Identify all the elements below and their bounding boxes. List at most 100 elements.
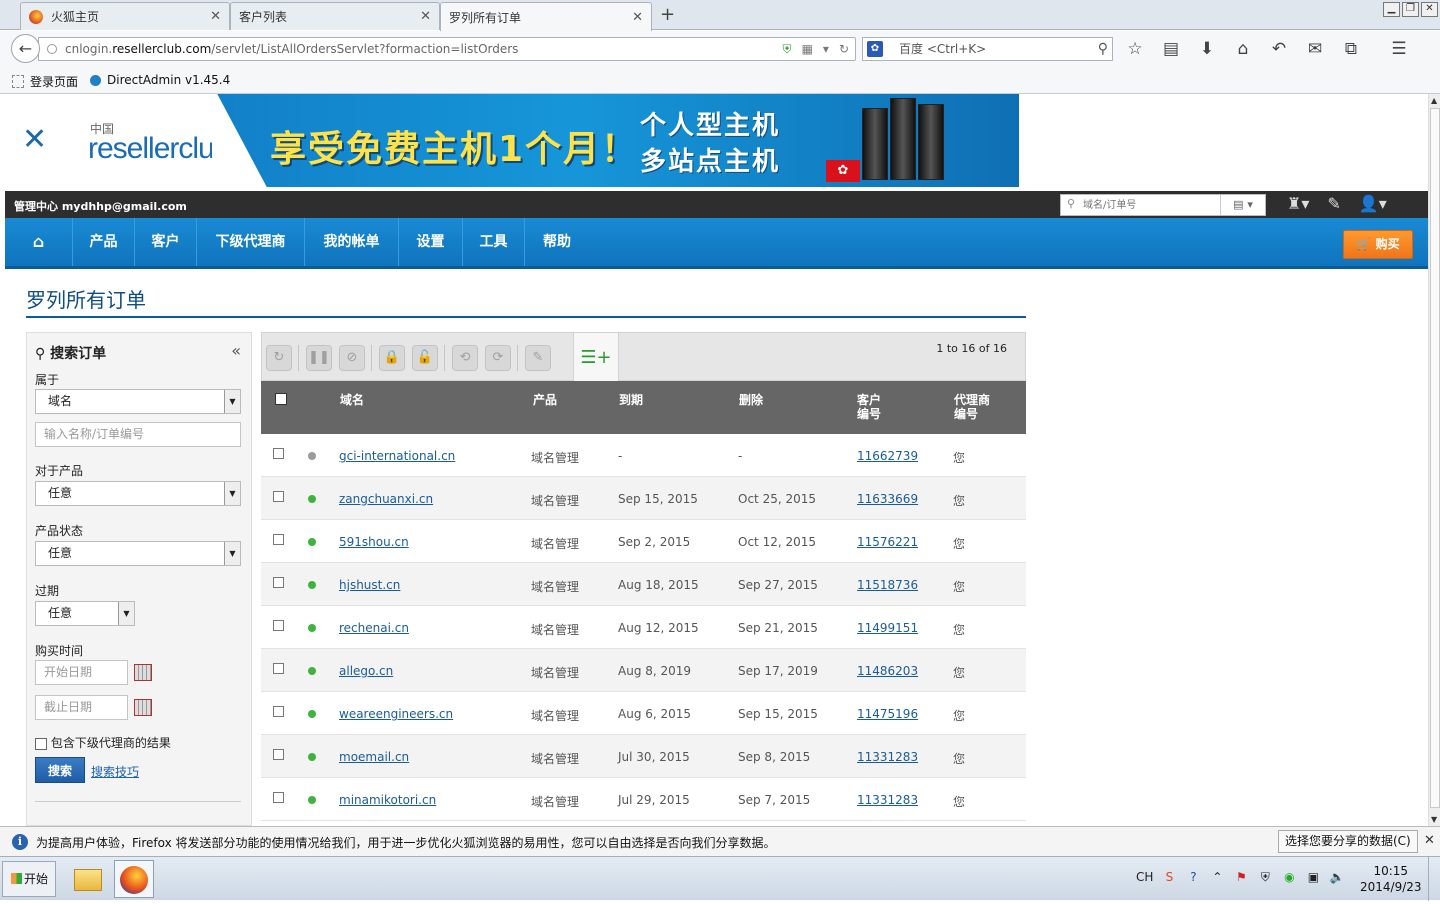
calendar-icon[interactable] (134, 664, 152, 681)
order-search-input[interactable] (1061, 195, 1221, 215)
scroll-down-icon[interactable]: ▼ (1431, 815, 1437, 824)
address-bar[interactable]: cnlogin.resellerclub.com/servlet/ListAll… (38, 37, 856, 61)
cell-customer-id-link[interactable]: 11486203 (857, 664, 918, 678)
volume-icon[interactable]: 🔈 (1329, 869, 1345, 885)
cell-customer-id-link[interactable]: 11475196 (857, 707, 918, 721)
belongs-select[interactable]: 域名 ▼ (35, 389, 241, 414)
minimize-icon[interactable]: ▁ (1383, 2, 1400, 17)
sogou-icon[interactable]: S (1161, 869, 1177, 885)
row-checkbox[interactable] (273, 491, 284, 502)
paw-icon[interactable]: ✿ (867, 41, 883, 57)
cell-customer-id[interactable]: 11499151 (857, 621, 918, 635)
dropdown-icon[interactable]: ▾ (823, 38, 829, 60)
clock[interactable]: 10:15 2014/9/23 (1360, 863, 1422, 895)
download-icon[interactable]: ⬇ (1196, 39, 1218, 59)
undo-icon[interactable]: ↶ (1268, 39, 1290, 59)
cell-domain[interactable]: rechenai.cn (339, 621, 409, 635)
cell-customer-id[interactable]: 11518736 (857, 578, 918, 592)
cell-domain-link[interactable]: 591shou.cn (339, 535, 409, 549)
suspend-icon[interactable]: ❚❚ (306, 345, 332, 371)
col-domain[interactable]: 域名 (340, 393, 364, 407)
nav-customers[interactable]: 客户 (135, 218, 197, 266)
renew-icon[interactable]: ⟲ (452, 345, 478, 371)
qr-icon[interactable]: ▦ (802, 38, 813, 60)
row-checkbox[interactable] (273, 577, 284, 588)
table-row[interactable]: zangchuanxi.cn 域名管理 Sep 15, 2015 Oct 25, 20… (261, 477, 1026, 520)
close-window-icon[interactable]: ✕ (1421, 2, 1438, 17)
close-icon[interactable]: ✕ (1424, 833, 1435, 848)
col-expiry[interactable]: 到期 (619, 393, 643, 407)
row-checkbox[interactable] (273, 620, 284, 631)
cell-domain[interactable]: zangchuanxi.cn (339, 492, 433, 506)
nav-help[interactable]: 帮助 (525, 218, 589, 266)
table-row[interactable]: minamikotori.cn 域名管理 Jul 29, 2015 Sep 7, 20… (261, 778, 1026, 821)
cell-customer-id-link[interactable]: 11576221 (857, 535, 918, 549)
table-row[interactable]: moemail.cn 域名管理 Jul 30, 2015 Sep 8, 2015 113… (261, 735, 1026, 778)
cell-customer-id[interactable]: 11633669 (857, 492, 918, 506)
cell-customer-id[interactable]: 11576221 (857, 535, 918, 549)
cell-domain-link[interactable]: hjshust.cn (339, 578, 400, 592)
cell-domain-link[interactable]: rechenai.cn (339, 621, 409, 635)
cell-customer-id-link[interactable]: 11662739 (857, 449, 918, 463)
tab-list-orders[interactable]: 罗列所有订单 ✕ (440, 2, 652, 31)
cell-domain[interactable]: minamikotori.cn (339, 793, 436, 807)
nav-products[interactable]: 产品 (73, 218, 135, 266)
collapse-icon[interactable]: « (231, 341, 241, 360)
cell-customer-id-link[interactable]: 11633669 (857, 492, 918, 506)
cell-domain[interactable]: weareengineers.cn (339, 707, 453, 721)
calendar-icon[interactable] (134, 699, 152, 716)
table-row[interactable]: gci-international.cn 域名管理 - - 11662739 您 (261, 434, 1026, 477)
resellerclub-logo[interactable]: ✕ 中国 resellerclub (0, 94, 230, 187)
cell-domain[interactable]: hjshust.cn (339, 578, 400, 592)
start-button[interactable]: 开始 (2, 861, 56, 897)
choose-data-button[interactable]: 选择您要分享的数据(C) (1278, 830, 1418, 853)
show-desktop-button[interactable] (1428, 857, 1440, 901)
cell-customer-id-link[interactable]: 11331283 (857, 750, 918, 764)
cell-domain[interactable]: 591shou.cn (339, 535, 409, 549)
cell-domain[interactable]: moemail.cn (339, 750, 409, 764)
close-icon[interactable]: ✕ (210, 9, 221, 24)
tab-firefox-home[interactable]: 火狐主页 ✕ (20, 2, 230, 30)
cell-domain[interactable]: gci-international.cn (339, 449, 455, 463)
scrollbar-thumb[interactable] (1430, 108, 1440, 808)
col-customer-id[interactable]: 客户 编号 (857, 393, 881, 421)
search-tips-link[interactable]: 搜索技巧 (91, 763, 139, 780)
col-reseller-id[interactable]: 代理商 编号 (954, 393, 990, 421)
new-tab-icon[interactable]: + (660, 4, 675, 25)
security-icon[interactable]: ⚑ (1233, 869, 1249, 885)
lock-icon[interactable]: 🔒 (379, 345, 405, 371)
select-all-checkbox[interactable] (275, 393, 287, 405)
ime-indicator[interactable]: CH (1136, 870, 1153, 884)
bookmark-directadmin[interactable]: DirectAdmin v1.45.4 (90, 73, 230, 87)
feedback-icon[interactable]: ✎ (1327, 194, 1340, 213)
row-checkbox[interactable] (273, 706, 284, 717)
cell-domain-link[interactable]: moemail.cn (339, 750, 409, 764)
help-icon[interactable]: ? (1185, 869, 1201, 885)
col-delete[interactable]: 删除 (739, 393, 763, 407)
cell-customer-id-link[interactable]: 11331283 (857, 793, 918, 807)
taskbar-explorer[interactable] (68, 860, 108, 898)
cell-domain-link[interactable]: zangchuanxi.cn (339, 492, 433, 506)
scroll-up-icon[interactable]: ▲ (1431, 96, 1437, 105)
include-sub-checkbox[interactable] (35, 737, 47, 750)
status-select[interactable]: 任意 ▼ (35, 541, 241, 566)
monitor-icon[interactable]: ▣ (1305, 869, 1321, 885)
row-checkbox[interactable] (273, 534, 284, 545)
browser-search-input[interactable]: ✿ 百度 <Ctrl+K> ⚲ (862, 37, 1113, 61)
menu-icon[interactable]: ☰ (1388, 39, 1410, 59)
shield-icon[interactable]: ⛨ (783, 38, 792, 60)
restore-icon[interactable]: ❐ (1402, 2, 1419, 17)
cell-customer-id[interactable]: 11662739 (857, 449, 918, 463)
unsuspend-icon[interactable]: ⊘ (339, 345, 365, 371)
cell-customer-id-link[interactable]: 11518736 (857, 578, 918, 592)
screenshot-icon[interactable]: ⧉ (1340, 39, 1362, 59)
unlock-icon[interactable]: 🔓 (412, 345, 438, 371)
tab-customer-list[interactable]: 客户列表 ✕ (230, 2, 440, 30)
search-icon[interactable]: ⚲ (1098, 38, 1108, 60)
reading-list-icon[interactable]: ▤ (1160, 39, 1182, 59)
cell-domain[interactable]: allego.cn (339, 664, 393, 678)
include-sub-reseller[interactable]: 包含下级代理商的结果 (35, 734, 171, 751)
table-row[interactable]: hjshust.cn 域名管理 Aug 18, 2015 Sep 27, 2015 11… (261, 563, 1026, 606)
home-icon[interactable]: ⌂ (1232, 39, 1254, 59)
bookmark-star-icon[interactable]: ☆ (1124, 39, 1146, 59)
